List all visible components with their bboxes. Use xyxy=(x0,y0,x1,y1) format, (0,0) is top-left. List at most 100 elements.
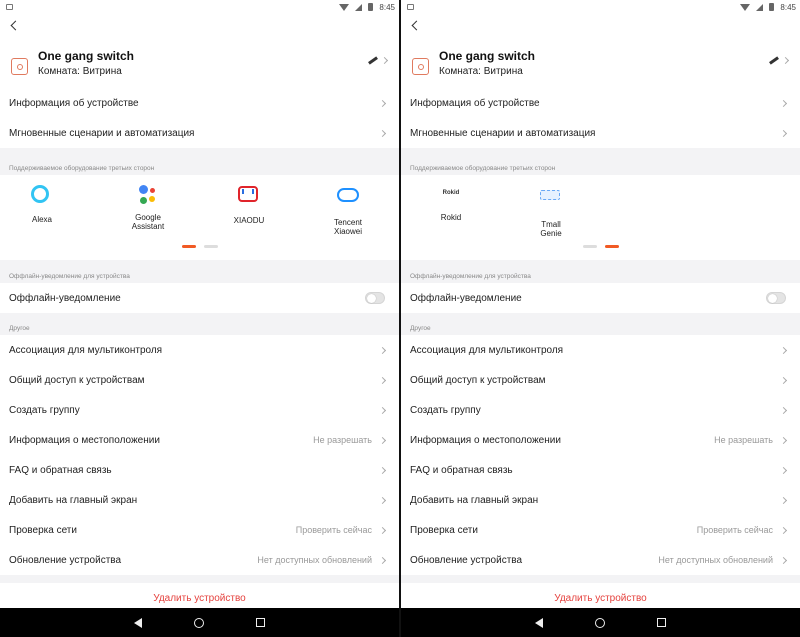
nav-back-icon[interactable] xyxy=(134,617,142,628)
chevron-right-icon xyxy=(779,556,788,564)
create-group-row[interactable]: Создать группу xyxy=(0,395,399,425)
edit-device-button[interactable] xyxy=(368,56,389,65)
add-home-screen-row[interactable]: Добавить на главный экран xyxy=(0,485,399,515)
row-value: Не разрешать xyxy=(714,435,773,445)
section-other: Другое xyxy=(401,313,800,335)
add-home-screen-row[interactable]: Добавить на главный экран xyxy=(401,485,800,515)
wifi-icon xyxy=(339,3,350,11)
third-party-xiaodu[interactable]: XIAODU xyxy=(219,183,279,225)
third-party-carousel[interactable]: Rokid Rokid Tmall Genie xyxy=(401,175,800,260)
chevron-right-icon xyxy=(779,129,788,137)
device-info-row[interactable]: Информация об устройстве xyxy=(401,88,800,118)
chevron-right-icon xyxy=(779,346,788,354)
row-label: Общий доступ к устройствам xyxy=(410,374,546,386)
location-info-row[interactable]: Информация о местоположении Не разрешать xyxy=(401,425,800,455)
row-label: Добавить на главный экран xyxy=(410,494,539,506)
row-label: Добавить на главный экран xyxy=(9,494,138,506)
location-info-row[interactable]: Информация о местоположении Не разрешать xyxy=(0,425,399,455)
device-name: One gang switch xyxy=(439,49,536,63)
chevron-right-icon xyxy=(378,346,387,354)
offline-notification-row: Оффлайн-уведомление xyxy=(0,283,399,313)
third-party-alexa[interactable]: Alexa xyxy=(12,183,72,224)
row-label: Мгновенные сценарии и автоматизация xyxy=(410,127,596,139)
image-notification-icon xyxy=(6,4,13,10)
switch-device-icon xyxy=(412,57,429,75)
screen-right: 8:45 One gang switch Комната: Витрина Ин… xyxy=(401,0,800,637)
chevron-right-icon xyxy=(378,129,387,137)
row-value: Нет доступных обновлений xyxy=(658,555,773,565)
third-party-label: Rokid xyxy=(440,213,462,222)
page-dot xyxy=(203,245,218,248)
share-device-row[interactable]: Общий доступ к устройствам xyxy=(0,365,399,395)
device-room: Комната: Витрина xyxy=(38,66,122,77)
chevron-right-icon xyxy=(779,436,788,444)
faq-feedback-row[interactable]: FAQ и обратная связь xyxy=(401,455,800,485)
row-label: Информация о местоположении xyxy=(9,434,160,446)
status-bar: 8:45 xyxy=(0,0,399,14)
device-room: Комната: Витрина xyxy=(439,66,523,77)
row-label: Создать группу xyxy=(410,404,481,416)
battery-icon xyxy=(769,3,775,11)
device-update-row[interactable]: Обновление устройства Нет доступных обнов… xyxy=(0,545,399,575)
signal-icon xyxy=(355,3,363,11)
row-label: Оффлайн-уведомление xyxy=(410,292,522,304)
section-other: Другое xyxy=(0,313,399,335)
nav-home-icon[interactable] xyxy=(595,617,605,628)
android-nav-bar xyxy=(401,608,800,637)
signal-icon xyxy=(756,3,764,11)
third-party-google-assistant[interactable]: Google Assistant xyxy=(118,183,178,231)
third-party-tmall-genie[interactable]: Tmall Genie xyxy=(521,183,581,238)
row-label: Мгновенные сценарии и автоматизация xyxy=(9,127,195,139)
pencil-icon xyxy=(368,56,378,65)
chevron-right-icon xyxy=(378,496,387,504)
xiaodu-icon xyxy=(238,186,258,202)
google-assistant-icon xyxy=(137,183,159,205)
third-party-tencent-xiaowei[interactable]: Tencent Xiaowei xyxy=(318,183,378,236)
chevron-right-icon xyxy=(779,406,788,414)
row-label: Ассоциация для мультиконтроля xyxy=(9,344,163,356)
screen-left: 8:45 One gang switch Комната: Витрина Ин… xyxy=(0,0,399,637)
nav-recents-icon[interactable] xyxy=(256,618,265,627)
row-label: Проверка сети xyxy=(410,524,478,536)
row-label: Оффлайн-уведомление xyxy=(9,292,121,304)
create-group-row[interactable]: Создать группу xyxy=(401,395,800,425)
chevron-right-icon xyxy=(378,376,387,384)
device-update-row[interactable]: Обновление устройства Нет доступных обнов… xyxy=(401,545,800,575)
network-check-row[interactable]: Проверка сети Проверить сейчас xyxy=(0,515,399,545)
third-party-carousel[interactable]: Alexa Google Assistant XIAODU Tencent Xi… xyxy=(0,175,399,260)
network-check-row[interactable]: Проверка сети Проверить сейчас xyxy=(401,515,800,545)
edit-device-button[interactable] xyxy=(769,56,790,65)
row-label: Создать группу xyxy=(9,404,80,416)
chevron-right-icon xyxy=(378,99,387,107)
chevron-right-icon xyxy=(378,526,387,534)
chevron-right-icon xyxy=(779,526,788,534)
faq-feedback-row[interactable]: FAQ и обратная связь xyxy=(0,455,399,485)
section-third-party: Поддерживаемое оборудование третьих стор… xyxy=(401,148,800,175)
device-info-row[interactable]: Информация об устройстве xyxy=(0,88,399,118)
device-header: One gang switch Комната: Витрина xyxy=(401,38,800,88)
carousel-page-indicator xyxy=(582,245,619,248)
nav-home-icon[interactable] xyxy=(194,617,204,628)
tencent-xiaowei-icon xyxy=(337,188,359,202)
multi-control-row[interactable]: Ассоциация для мультиконтроля xyxy=(401,335,800,365)
offline-notification-row: Оффлайн-уведомление xyxy=(401,283,800,313)
share-device-row[interactable]: Общий доступ к устройствам xyxy=(401,365,800,395)
back-icon[interactable] xyxy=(9,19,21,33)
scenes-automation-row[interactable]: Мгновенные сценарии и автоматизация xyxy=(0,118,399,148)
nav-back-icon[interactable] xyxy=(535,617,543,628)
offline-notification-toggle[interactable] xyxy=(365,292,385,304)
scenes-automation-row[interactable]: Мгновенные сценарии и автоматизация xyxy=(401,118,800,148)
back-icon[interactable] xyxy=(410,19,422,33)
third-party-label: Alexa xyxy=(31,215,52,224)
wifi-icon xyxy=(740,3,751,11)
row-label: Общий доступ к устройствам xyxy=(9,374,145,386)
third-party-rokid[interactable]: Rokid Rokid xyxy=(421,183,481,222)
chevron-right-icon xyxy=(781,56,790,65)
device-header: One gang switch Комната: Витрина xyxy=(0,38,399,88)
row-label: FAQ и обратная связь xyxy=(9,464,112,476)
third-party-label: XIAODU xyxy=(233,216,265,225)
nav-recents-icon[interactable] xyxy=(657,618,666,627)
multi-control-row[interactable]: Ассоциация для мультиконтроля xyxy=(0,335,399,365)
offline-notification-toggle[interactable] xyxy=(766,292,786,304)
tmall-genie-icon xyxy=(540,190,560,200)
